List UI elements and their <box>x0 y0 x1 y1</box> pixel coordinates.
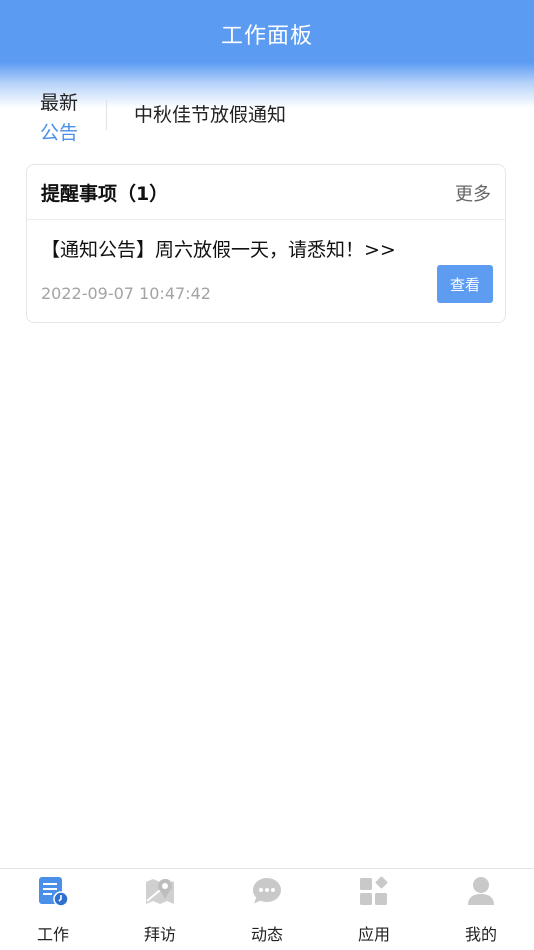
reminders-header: 提醒事项（1） 更多 <box>27 165 505 220</box>
chat-bubble-icon <box>253 878 281 904</box>
reminder-timestamp: 2022-09-07 10:47:42 <box>41 284 211 303</box>
notice-bar[interactable]: 最新 公告 中秋佳节放假通知 <box>0 82 534 146</box>
tab-me-label: 我的 <box>464 925 497 944</box>
tab-me[interactable]: 我的 <box>441 875 521 945</box>
notice-text[interactable]: 中秋佳节放假通知 <box>134 100 286 127</box>
reminder-text[interactable]: 【通知公告】周六放假一天，请悉知！>> <box>41 235 396 262</box>
tab-apps-label: 应用 <box>357 925 390 944</box>
work-icon <box>39 877 69 907</box>
more-link[interactable]: 更多 <box>455 180 491 206</box>
user-icon <box>468 877 494 905</box>
tab-feed-label: 动态 <box>250 925 283 944</box>
tab-work[interactable]: 工作 <box>13 875 93 945</box>
view-button[interactable]: 查看 <box>437 265 493 303</box>
reminders-title: 提醒事项（1） <box>41 183 169 205</box>
map-pin-icon <box>146 879 174 904</box>
notice-tag-line2: 公告 <box>40 122 79 144</box>
reminders-card: 提醒事项（1） 更多 【通知公告】周六放假一天，请悉知！>> 2022-09-0… <box>26 164 506 323</box>
tab-apps[interactable]: 应用 <box>334 875 414 945</box>
notice-tag-line1: 最新 <box>40 92 79 114</box>
tab-visit-label: 拜访 <box>143 925 176 944</box>
page-title: 工作面板 <box>220 24 313 49</box>
tab-visit[interactable]: 拜访 <box>120 875 200 945</box>
apps-grid-icon <box>360 876 388 905</box>
tab-work-label: 工作 <box>36 925 69 944</box>
tab-feed[interactable]: 动态 <box>227 875 307 945</box>
bottom-tab-bar: 工作 拜访 动态 应用 我的 <box>0 868 534 950</box>
notice-tag: 最新 公告 <box>40 88 100 148</box>
notice-divider <box>106 100 107 130</box>
